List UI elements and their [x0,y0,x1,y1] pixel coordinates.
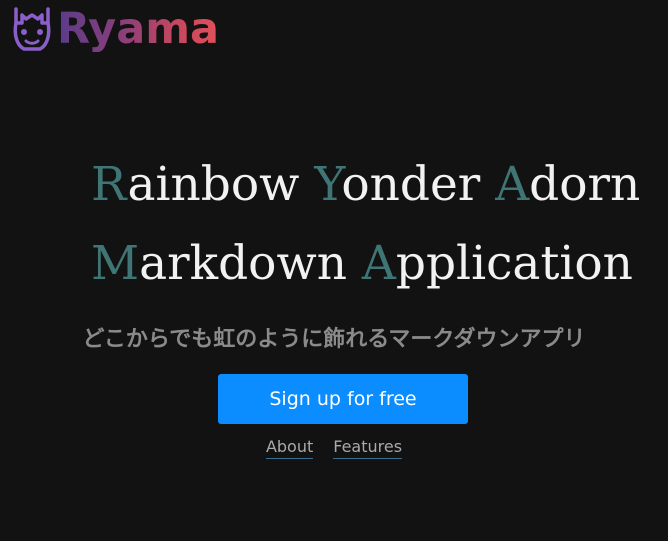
tagline-initial: Y [314,157,342,212]
tagline-word-rest: pplication [395,236,633,291]
tagline-initial: M [91,236,140,291]
tagline-word-rest: dorn [529,157,641,212]
tagline-initial: R [91,157,128,212]
tagline-initial: A [361,236,396,291]
about-link[interactable]: About [265,437,314,459]
tagline-word-rest: onder [341,157,496,212]
hero-subtitle: どこからでも虹のように飾れるマークダウンアプリ [82,327,586,352]
tagline-initial: A [495,157,530,212]
tagline-line-2: Markdown Application [91,224,633,304]
site-header: Ryama [10,4,219,54]
features-link[interactable]: Features [333,437,403,459]
tagline-word-rest: arkdown [139,236,362,291]
tagline-line-1: Rainbow Yonder Adorn [91,145,640,225]
tagline-word-rest: ainbow [127,157,315,212]
llama-face-icon[interactable] [10,5,54,53]
signup-button[interactable]: Sign up for free [218,374,468,424]
brand-name[interactable]: Ryama [57,4,219,54]
footer-links: About Features [0,437,668,459]
